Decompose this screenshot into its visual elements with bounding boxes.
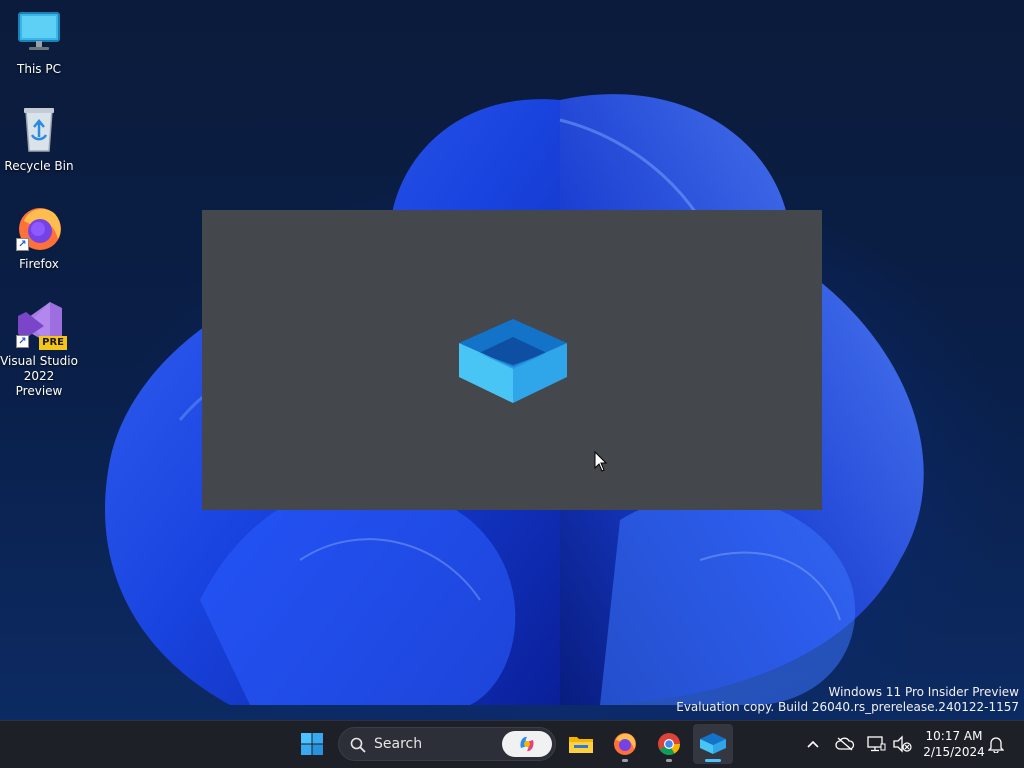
watermark-line-2: Evaluation copy. Build 26040.rs_prerelea… (676, 700, 1019, 714)
taskbar-clock[interactable]: 10:17 AM 2/15/2024 (918, 728, 990, 760)
search-icon (350, 737, 366, 753)
watermark-line-1: Windows 11 Pro Insider Preview (828, 685, 1019, 699)
taskbar-firefox[interactable] (605, 724, 645, 764)
taskbar-app-box[interactable] (693, 724, 733, 764)
chrome-icon (658, 733, 680, 755)
desktop-icon-label: This PC (17, 62, 61, 76)
start-button[interactable] (292, 724, 332, 764)
notification-center-button[interactable] (984, 732, 1008, 756)
running-indicator (666, 759, 672, 762)
clock-time: 10:17 AM (925, 729, 983, 743)
desktop-icon-visual-studio-preview[interactable]: PRE ↗ Visual Studio 2022 Preview (0, 300, 78, 399)
app-box-icon (457, 315, 569, 411)
chevron-up-icon (807, 740, 819, 748)
start-icon (301, 733, 323, 755)
desktop-icon-this-pc[interactable]: This PC (0, 8, 78, 77)
app-splash-window (202, 210, 822, 510)
network-status[interactable] (864, 732, 888, 756)
pre-badge: PRE (39, 336, 67, 350)
mouse-cursor-icon (594, 450, 608, 477)
monitor-icon (14, 8, 64, 58)
network-icon (867, 736, 886, 752)
desktop-icon-recycle-bin[interactable]: Recycle Bin (0, 105, 78, 174)
clock-date: 2/15/2024 (923, 745, 985, 759)
copilot-icon (520, 736, 534, 752)
onedrive-status[interactable] (833, 732, 857, 756)
taskbar-chrome[interactable] (649, 724, 689, 764)
notification-bell-icon (988, 737, 1004, 753)
file-explorer-icon (569, 737, 593, 753)
volume-muted-icon (893, 735, 912, 753)
firefox-icon: ↗ (14, 203, 64, 253)
search-label: Search (374, 736, 423, 752)
taskbar-search-box[interactable]: Search (338, 727, 556, 761)
show-hidden-icons-button[interactable] (801, 732, 825, 756)
desktop-icon-firefox[interactable]: ↗ Firefox (0, 203, 78, 272)
volume-status[interactable] (890, 732, 914, 756)
copilot-pill[interactable] (502, 731, 552, 757)
firefox-icon (614, 733, 636, 755)
evaluation-watermark: Windows 11 Pro Insider Preview Evaluatio… (676, 685, 1019, 715)
recycle-bin-icon (14, 105, 64, 155)
shortcut-arrow-icon: ↗ (16, 335, 29, 348)
desktop-icon-label: Recycle Bin (4, 159, 74, 173)
running-indicator (622, 759, 628, 762)
cloud-offline-icon (835, 737, 855, 751)
app-box-icon (700, 733, 726, 754)
desktop-icon-label: Visual Studio 2022 Preview (0, 354, 78, 398)
taskbar-file-explorer[interactable] (561, 724, 601, 764)
visual-studio-icon: PRE ↗ (14, 300, 67, 350)
active-indicator (705, 759, 721, 762)
shortcut-arrow-icon: ↗ (16, 238, 29, 251)
desktop-icon-label: Firefox (19, 257, 59, 271)
